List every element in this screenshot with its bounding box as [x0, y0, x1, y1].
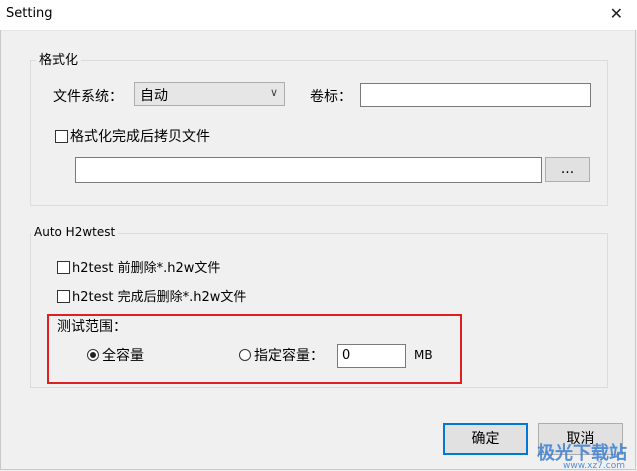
title-bar: Setting ✕ [0, 0, 637, 31]
chevron-down-icon: ∨ [269, 86, 278, 99]
delete-before-checkbox[interactable] [57, 261, 70, 274]
filesystem-select-value: 自动 [140, 88, 168, 104]
delete-before-label: h2test 前删除*.h2w文件 [72, 261, 221, 276]
delete-after-label: h2test 完成后删除*.h2w文件 [72, 290, 247, 305]
h2w-group-legend: Auto H2wtest [31, 225, 119, 239]
window-title: Setting [6, 6, 53, 21]
copy-after-format-label: 格式化完成后拷贝文件 [70, 129, 210, 145]
ok-button[interactable]: 确定 [443, 423, 528, 455]
copy-path-input[interactable] [75, 157, 542, 183]
highlight-box [47, 314, 462, 384]
filesystem-label: 文件系统： [53, 89, 123, 105]
browse-button[interactable]: ... [545, 157, 590, 182]
delete-after-checkbox[interactable] [57, 290, 70, 303]
format-group-legend: 格式化 [36, 49, 82, 68]
watermark-url: www.xz7.com [563, 461, 625, 471]
close-icon[interactable]: ✕ [610, 4, 623, 23]
volume-input[interactable] [360, 83, 591, 107]
copy-after-format-checkbox[interactable] [55, 130, 68, 143]
filesystem-select[interactable]: 自动 ∨ [134, 82, 285, 106]
volume-label: 卷标： [310, 89, 352, 105]
